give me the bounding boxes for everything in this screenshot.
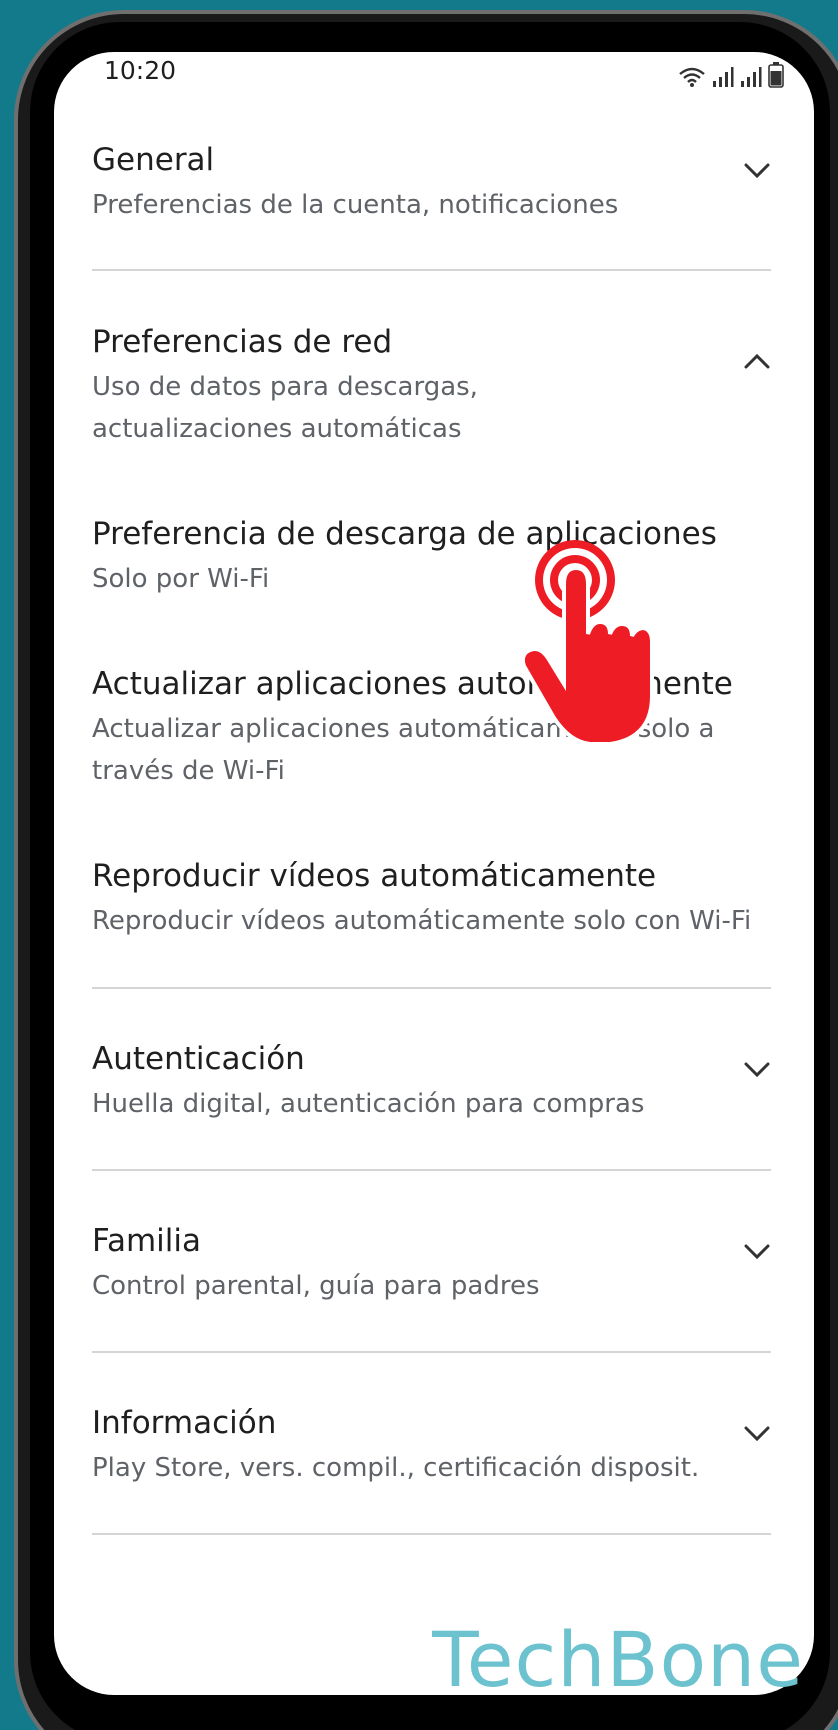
setting-app-download-preference[interactable]: Preferencia de descarga de aplicaciones … xyxy=(92,514,772,600)
divider xyxy=(92,1169,771,1171)
chevron-down-icon[interactable] xyxy=(742,1241,772,1261)
section-network-preferences[interactable]: Preferencias de red Uso de datos para de… xyxy=(92,322,772,450)
section-title: Autenticación xyxy=(92,1041,305,1077)
chevron-up-icon[interactable] xyxy=(742,352,772,372)
signal-icon xyxy=(713,67,734,87)
divider xyxy=(92,1351,771,1353)
setting-autoplay-videos[interactable]: Reproducir vídeos automáticamente Reprod… xyxy=(92,856,772,942)
battery-icon xyxy=(768,62,784,88)
status-bar: 10:20 xyxy=(54,52,814,102)
section-subtitle: Preferencias de la cuenta, notificacione… xyxy=(92,190,619,220)
wifi-icon xyxy=(679,67,705,87)
section-title: Preferencias de red xyxy=(92,324,393,360)
section-subtitle: Huella digital, autenticación para compr… xyxy=(92,1089,645,1119)
chevron-down-icon[interactable] xyxy=(742,1059,772,1079)
section-information[interactable]: Información Play Store, vers. compil., c… xyxy=(92,1403,772,1489)
status-icons xyxy=(678,60,784,88)
section-title: Familia xyxy=(92,1223,202,1259)
status-time: 10:20 xyxy=(104,56,177,85)
divider xyxy=(92,987,771,989)
section-family[interactable]: Familia Control parental, guía para padr… xyxy=(92,1221,772,1307)
section-title: Información xyxy=(92,1405,277,1441)
section-authentication[interactable]: Autenticación Huella digital, autenticac… xyxy=(92,1039,772,1125)
chevron-down-icon[interactable] xyxy=(742,160,772,180)
section-subtitle: Uso de datos para descargas, actualizaci… xyxy=(92,372,478,444)
setting-title: Preferencia de descarga de aplicaciones xyxy=(92,516,717,552)
setting-auto-update-apps[interactable]: Actualizar aplicaciones automáticamente … xyxy=(92,664,772,792)
setting-description: Reproducir vídeos automáticamente solo c… xyxy=(92,906,752,936)
stage: 10:20 General Preferencias de la cuenta,… xyxy=(0,0,838,1730)
signal-icon xyxy=(741,67,762,87)
divider xyxy=(92,1533,771,1535)
chevron-down-icon[interactable] xyxy=(742,1423,772,1443)
section-subtitle: Play Store, vers. compil., certificación… xyxy=(92,1453,700,1483)
section-title: General xyxy=(92,142,215,178)
section-subtitle: Control parental, guía para padres xyxy=(92,1271,540,1301)
setting-title: Reproducir vídeos automáticamente xyxy=(92,858,657,894)
tap-hand-icon xyxy=(520,540,654,746)
screen: 10:20 General Preferencias de la cuenta,… xyxy=(54,52,814,1695)
divider xyxy=(92,269,771,271)
section-general[interactable]: General Preferencias de la cuenta, notif… xyxy=(92,140,772,226)
setting-description: Solo por Wi-Fi xyxy=(92,564,270,594)
setting-title: Actualizar aplicaciones automáticamente xyxy=(92,666,733,702)
techbone-watermark: TechBone xyxy=(432,1615,804,1704)
